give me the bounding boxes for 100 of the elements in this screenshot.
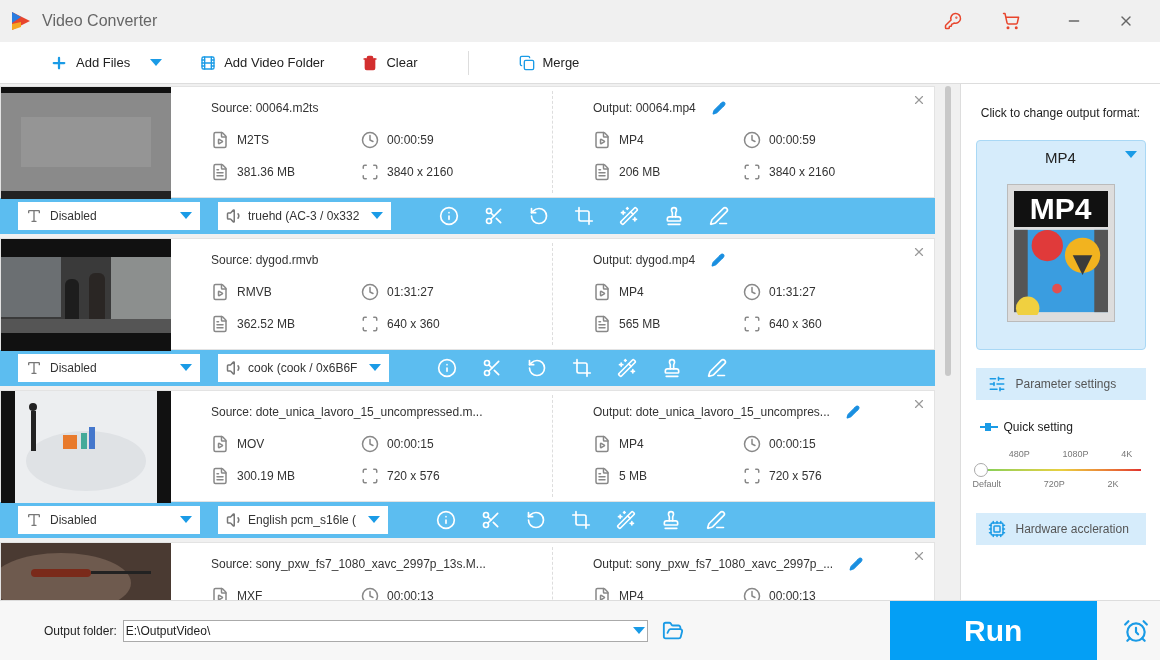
caret-icon[interactable] bbox=[180, 516, 192, 524]
wand-icon[interactable] bbox=[617, 358, 638, 378]
parameter-settings-button[interactable]: Parameter settings bbox=[975, 368, 1146, 400]
caret-icon[interactable] bbox=[1124, 151, 1137, 159]
audio-dropdown[interactable]: truehd (AC-3 / 0x332 bbox=[218, 202, 392, 230]
video-file-icon bbox=[211, 131, 229, 149]
film-folder-icon bbox=[200, 54, 217, 71]
info-text: MP4 bbox=[619, 588, 644, 600]
video-file-icon bbox=[211, 587, 229, 600]
resolution-icon bbox=[743, 163, 761, 181]
file-icon bbox=[593, 467, 611, 485]
rotate-icon[interactable] bbox=[527, 358, 548, 378]
source-name: Source: dote_unica_lavoro_15_uncompressed.m... bbox=[211, 404, 483, 421]
edit-icon[interactable] bbox=[711, 253, 726, 267]
caret-icon[interactable] bbox=[150, 58, 163, 67]
video-file-icon bbox=[593, 283, 611, 301]
audio-dropdown[interactable]: English pcm_s16le ( bbox=[218, 506, 389, 534]
file-icon bbox=[593, 315, 611, 333]
resolution-icon bbox=[743, 467, 761, 485]
wand-icon[interactable] bbox=[619, 206, 640, 226]
output-folder-field[interactable]: E:\OutputVideo\ bbox=[122, 619, 648, 642]
video-file-icon bbox=[211, 435, 229, 453]
quality-label: 1080P bbox=[1062, 448, 1089, 461]
file-icon bbox=[211, 467, 229, 485]
info-icon[interactable] bbox=[437, 358, 458, 378]
info-text: 362.52 MB bbox=[237, 316, 296, 333]
caret-icon[interactable] bbox=[371, 212, 384, 220]
clock-icon bbox=[361, 283, 379, 301]
info-text: 720 x 576 bbox=[769, 468, 822, 485]
format-hint: Click to change output format: bbox=[980, 105, 1141, 122]
subtitle-dropdown[interactable]: Disabled bbox=[18, 506, 200, 534]
edit-icon[interactable] bbox=[711, 101, 726, 115]
info-text: 5 MB bbox=[619, 468, 647, 485]
toolbar-button[interactable]: Merge bbox=[518, 47, 580, 78]
caret-icon[interactable] bbox=[632, 626, 645, 635]
info-text: 00:00:13 bbox=[769, 588, 816, 600]
merge-icon bbox=[518, 54, 535, 71]
folder-icon[interactable] bbox=[661, 619, 684, 642]
key-icon[interactable] bbox=[944, 12, 962, 30]
subtitle-dropdown[interactable]: Disabled bbox=[18, 354, 200, 382]
scrollbar[interactable] bbox=[944, 86, 951, 376]
clock-icon bbox=[743, 131, 761, 149]
output-name: Output: 00064.mp4 bbox=[593, 100, 696, 117]
close-icon[interactable] bbox=[912, 397, 926, 411]
quality-label: 2K bbox=[1107, 477, 1119, 491]
caret-icon[interactable] bbox=[180, 212, 192, 220]
info-text: 3840 x 2160 bbox=[387, 164, 454, 181]
toolbar-button[interactable]: Clear bbox=[362, 47, 418, 78]
caret-icon[interactable] bbox=[180, 364, 192, 372]
caret-icon[interactable] bbox=[368, 516, 381, 524]
edit-icon[interactable] bbox=[849, 557, 864, 571]
rotate-icon[interactable] bbox=[526, 510, 547, 530]
output-name: Output: sony_pxw_fs7_1080_xavc_2997p_... bbox=[593, 556, 834, 573]
slider-icon bbox=[979, 423, 998, 431]
toolbar-button[interactable]: Add Video Folder bbox=[200, 47, 325, 78]
cart-icon[interactable] bbox=[1002, 12, 1020, 30]
quality-label: 720P bbox=[1043, 477, 1065, 491]
info-text: 640 x 360 bbox=[769, 316, 822, 333]
clock-icon bbox=[743, 587, 761, 600]
crop-icon[interactable] bbox=[574, 206, 595, 226]
resolution-icon bbox=[361, 467, 379, 485]
output-name: Output: dygod.mp4 bbox=[593, 252, 696, 269]
video-file-icon bbox=[593, 435, 611, 453]
stamp-icon[interactable] bbox=[662, 358, 683, 378]
close-icon[interactable] bbox=[912, 549, 926, 563]
toolbar-button[interactable]: Add Files bbox=[50, 47, 131, 78]
close-icon[interactable] bbox=[912, 245, 926, 259]
info-icon[interactable] bbox=[436, 510, 457, 530]
stamp-icon[interactable] bbox=[661, 510, 682, 530]
info-icon[interactable] bbox=[439, 206, 460, 226]
crop-icon[interactable] bbox=[572, 358, 593, 378]
caret-icon[interactable] bbox=[369, 364, 382, 372]
info-text: MP4 bbox=[619, 284, 644, 301]
close-icon[interactable] bbox=[912, 93, 926, 107]
info-text: 300.19 MB bbox=[237, 468, 296, 485]
slider-thumb[interactable] bbox=[973, 462, 988, 477]
crop-icon[interactable] bbox=[571, 510, 592, 530]
file-icon bbox=[211, 315, 229, 333]
quality-label: Default bbox=[972, 477, 1002, 491]
info-text: 640 x 360 bbox=[387, 316, 440, 333]
output-name: Output: dote_unica_lavoro_15_uncompres... bbox=[593, 404, 830, 421]
wand-icon[interactable] bbox=[616, 510, 637, 530]
audio-dropdown[interactable]: cook (cook / 0x6B6F bbox=[218, 354, 390, 382]
edit-icon[interactable] bbox=[845, 405, 860, 419]
pen-icon[interactable] bbox=[707, 358, 728, 378]
alarm-clock-icon[interactable] bbox=[1122, 617, 1149, 644]
pen-icon[interactable] bbox=[706, 510, 727, 530]
quality-label: 480P bbox=[1008, 448, 1030, 461]
subtitle-dropdown[interactable]: Disabled bbox=[18, 202, 200, 230]
rotate-icon[interactable] bbox=[529, 206, 550, 226]
resolution-icon bbox=[361, 163, 379, 181]
pen-icon[interactable] bbox=[709, 206, 730, 226]
stamp-icon[interactable] bbox=[664, 206, 685, 226]
resolution-icon bbox=[361, 315, 379, 333]
chip-icon bbox=[987, 520, 1006, 538]
info-text: MP4 bbox=[619, 436, 644, 453]
hardware-acceleration-button[interactable]: Hardware accleration bbox=[975, 513, 1146, 545]
format-selector[interactable]: MP4 MP4 bbox=[975, 140, 1146, 350]
file-icon bbox=[211, 163, 229, 181]
quality-label: 4K bbox=[1121, 448, 1133, 461]
